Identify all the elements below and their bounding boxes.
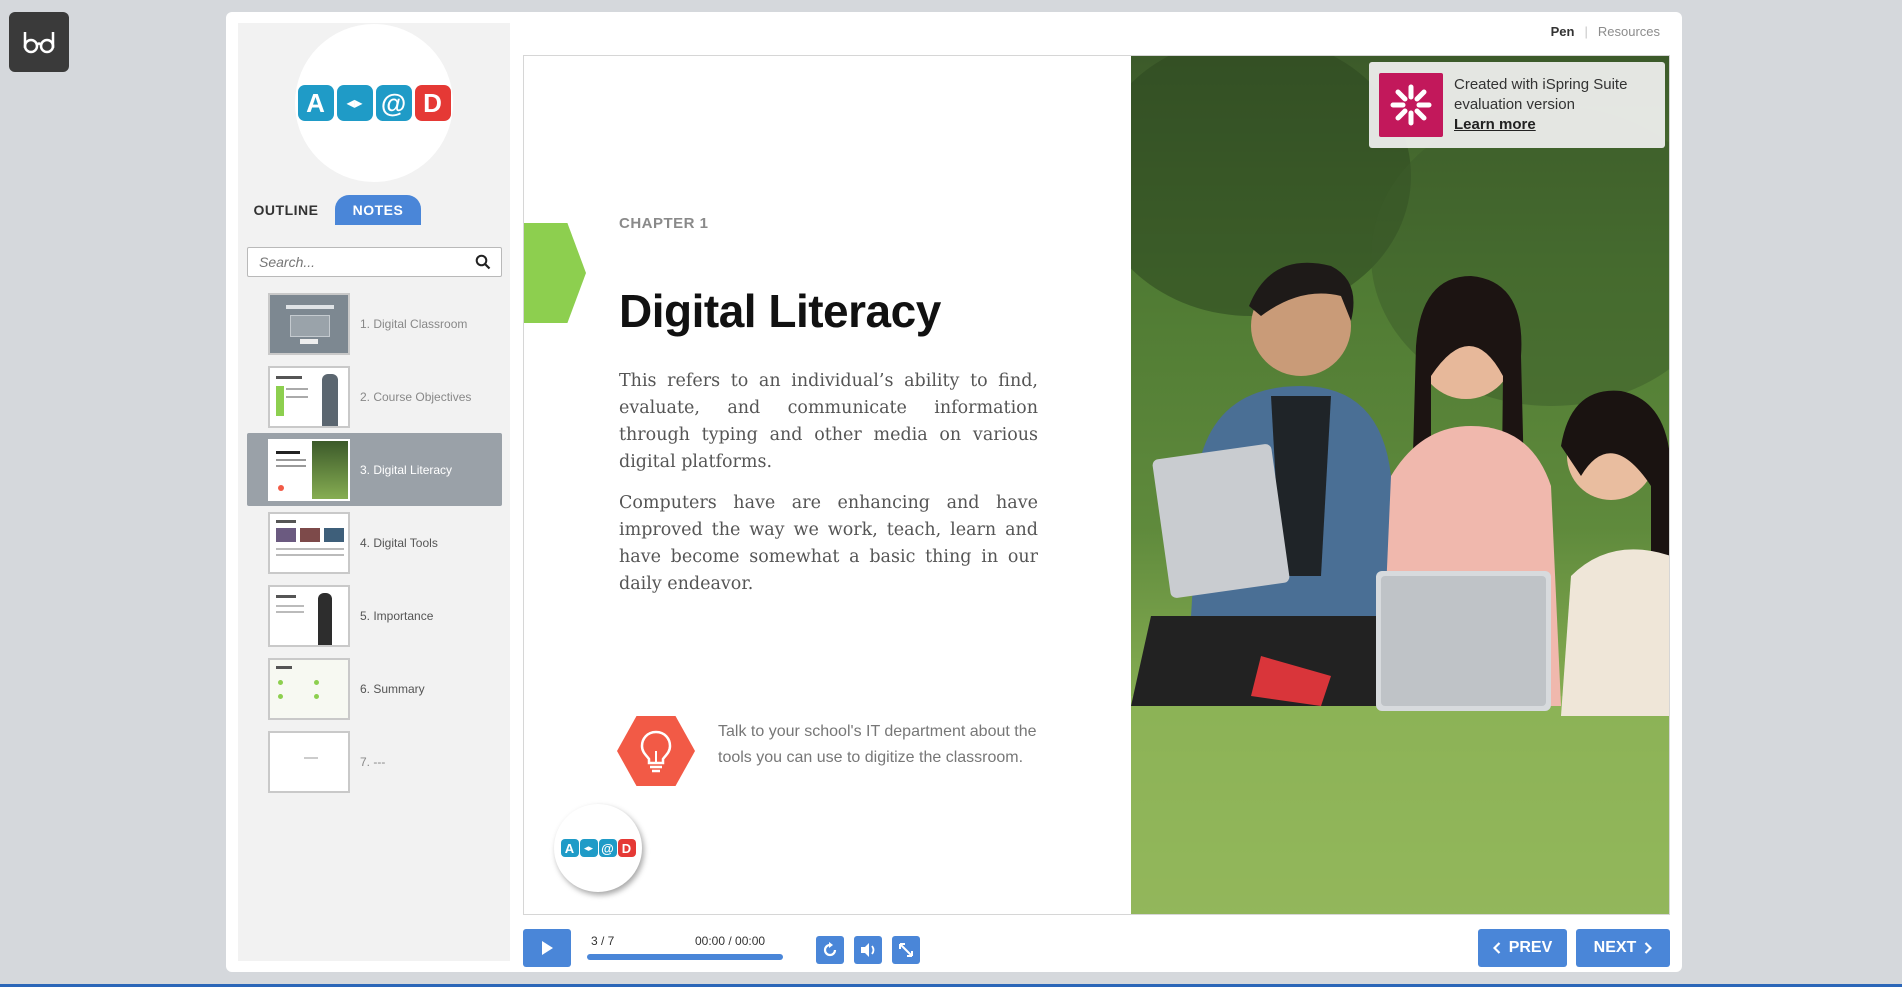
replay-button[interactable] xyxy=(816,936,844,964)
ispring-line: evaluation version xyxy=(1454,96,1575,113)
ispring-logo-icon xyxy=(1379,73,1443,137)
course-logo: A ◂▸ @ D xyxy=(295,24,453,182)
logo-letter: D xyxy=(617,839,636,857)
outline-item[interactable]: 7. --- xyxy=(247,725,502,798)
outline-item-label: 6. Summary xyxy=(360,681,425,696)
sidebar: A ◂▸ @ D OUTLINE NOTES Search... 1. Digi… xyxy=(238,23,510,961)
lightbulb-badge xyxy=(617,716,695,786)
presentation-player: A ◂▸ @ D OUTLINE NOTES Search... 1. Digi… xyxy=(226,12,1682,972)
ispring-watermark: Created with iSpring Suite evaluation ve… xyxy=(1369,62,1665,148)
top-menu: Pen | Resources xyxy=(1551,24,1660,39)
slide-thumbnail xyxy=(268,511,350,574)
prev-label: PREV xyxy=(1508,939,1553,956)
logo-letter: A xyxy=(297,85,334,121)
slide-thumbnail xyxy=(268,584,350,647)
slide-counter: 3 / 7 xyxy=(591,934,615,948)
green-arrow-shape xyxy=(524,223,586,323)
search-input[interactable] xyxy=(259,254,469,270)
replay-icon xyxy=(823,942,837,957)
slide-canvas: CHAPTER 1 Digital Literacy This refers t… xyxy=(523,55,1670,915)
logo-letter: ◂▸ xyxy=(579,839,598,857)
logo-letter: @ xyxy=(598,839,617,857)
outline-item-label: 4. Digital Tools xyxy=(360,535,438,550)
slide-thumbnail xyxy=(268,730,350,793)
students-illustration xyxy=(1131,56,1669,914)
next-label: NEXT xyxy=(1593,939,1637,956)
tab-notes[interactable]: NOTES xyxy=(335,195,421,225)
play-icon xyxy=(542,941,553,955)
divider: | xyxy=(1584,24,1588,39)
logo-letter: D xyxy=(414,85,451,121)
search-box xyxy=(247,247,502,277)
resources-link[interactable]: Resources xyxy=(1598,24,1660,39)
outline-item[interactable]: 1. Digital Classroom xyxy=(247,287,502,360)
search-icon[interactable] xyxy=(475,254,491,270)
pen-link[interactable]: Pen xyxy=(1551,24,1575,39)
accessibility-glasses-button[interactable] xyxy=(9,12,69,72)
outline-item[interactable]: 3. Digital Literacy xyxy=(247,433,502,506)
slide-thumbnail xyxy=(268,657,350,720)
outline-item[interactable]: 2. Course Objectives xyxy=(247,360,502,433)
lightbulb-icon xyxy=(640,730,672,773)
tab-outline[interactable]: OUTLINE xyxy=(238,195,334,225)
learn-more-link[interactable]: Learn more xyxy=(1454,115,1627,135)
outline-item-label: 7. --- xyxy=(360,754,386,769)
fullscreen-button[interactable] xyxy=(892,936,920,964)
slide-text-area: CHAPTER 1 Digital Literacy This refers t… xyxy=(524,56,1131,914)
ispring-line: Created with iSpring Suite xyxy=(1454,76,1628,93)
play-button[interactable] xyxy=(523,929,571,967)
slide-paragraph: Computers have are enhancing and have im… xyxy=(619,493,1038,594)
slide-thumbnail xyxy=(268,292,350,355)
outline-item[interactable]: 5. Importance xyxy=(247,579,502,652)
outline-item[interactable]: 6. Summary xyxy=(247,652,502,725)
volume-button[interactable] xyxy=(854,936,882,964)
chevron-right-icon xyxy=(1645,942,1653,954)
students-photo: Created with iSpring Suite evaluation ve… xyxy=(1131,56,1669,914)
volume-icon xyxy=(861,943,875,957)
outline-panel: 1. Digital Classroom 2. Course Objective… xyxy=(238,225,510,961)
chapter-label: CHAPTER 1 xyxy=(619,215,709,232)
outline-list: 1. Digital Classroom 2. Course Objective… xyxy=(247,287,502,798)
slide-paragraph: This refers to an individual’s ability t… xyxy=(619,371,1038,472)
prev-button[interactable]: PREV xyxy=(1478,929,1567,967)
glasses-icon xyxy=(23,32,55,54)
tip-text: Talk to your school's IT department abou… xyxy=(718,723,1037,766)
course-logo-area: A ◂▸ @ D xyxy=(238,23,510,183)
ispring-star-icon xyxy=(1390,84,1432,126)
slide-logo: A ◂▸ @ D xyxy=(554,804,642,892)
slide-title: Digital Literacy xyxy=(619,285,941,337)
outline-item[interactable]: 4. Digital Tools xyxy=(247,506,502,579)
logo-letter: @ xyxy=(375,85,412,121)
ispring-text: Created with iSpring Suite evaluation ve… xyxy=(1454,75,1627,135)
slide-thumbnail xyxy=(268,438,350,501)
aeed-logo: A ◂▸ @ D xyxy=(560,839,636,857)
outline-item-label: 1. Digital Classroom xyxy=(360,316,468,331)
progress-bar[interactable] xyxy=(587,954,783,960)
chevron-left-icon xyxy=(1492,942,1500,954)
playback-controls: 3 / 7 00:00 / 00:00 PREV NEXT xyxy=(523,926,1670,967)
outline-item-label: 5. Importance xyxy=(360,608,434,623)
next-button[interactable]: NEXT xyxy=(1576,929,1670,967)
logo-letter: A xyxy=(560,839,579,857)
sidebar-tabs: OUTLINE NOTES xyxy=(238,195,510,225)
time-display: 00:00 / 00:00 xyxy=(695,934,766,948)
outline-item-label: 3. Digital Literacy xyxy=(360,462,453,477)
aeed-logo: A ◂▸ @ D xyxy=(297,85,451,121)
logo-letter: ◂▸ xyxy=(336,85,373,121)
outline-item-label: 2. Course Objectives xyxy=(360,389,472,404)
slide-thumbnail xyxy=(268,365,350,428)
fullscreen-icon xyxy=(899,943,913,957)
